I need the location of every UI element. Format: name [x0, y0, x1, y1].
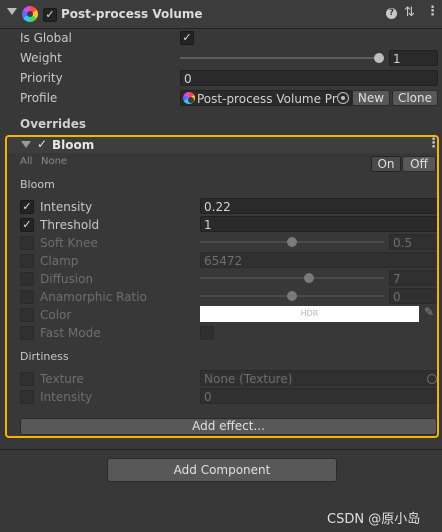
- component-divider: [0, 449, 442, 450]
- profile-value: Post-process Volume Pr: [197, 92, 337, 106]
- is-global-checkbox[interactable]: ✓: [180, 31, 194, 45]
- add-component-button[interactable]: Add Component: [107, 458, 337, 482]
- overrides-label: Overrides: [20, 117, 86, 131]
- foldout-arrow-icon[interactable]: [7, 8, 17, 15]
- profile-new-button[interactable]: New: [352, 90, 390, 106]
- priority-field[interactable]: 0: [180, 70, 438, 86]
- profile-object-field[interactable]: Post-process Volume Pr: [180, 90, 352, 106]
- watermark: CSDN @原小岛: [327, 512, 421, 527]
- weight-label: Weight: [20, 51, 62, 65]
- profile-clone-button[interactable]: Clone: [392, 90, 438, 106]
- is-global-label: Is Global: [20, 31, 72, 45]
- component-title: Post-process Volume: [61, 7, 203, 21]
- post-process-volume-icon: [22, 6, 38, 22]
- weight-slider-track: [180, 57, 378, 59]
- weight-slider-knob[interactable]: [374, 53, 384, 63]
- highlight-frame: [5, 135, 439, 438]
- weight-field[interactable]: 1: [389, 50, 438, 66]
- profile-asset-icon: [183, 92, 195, 104]
- object-picker-icon[interactable]: [337, 92, 349, 104]
- component-enabled-checkbox[interactable]: ✓: [43, 8, 57, 22]
- help-icon[interactable]: ?: [386, 8, 397, 19]
- preset-settings-icon[interactable]: ⇅: [404, 5, 415, 20]
- weight-slider[interactable]: [180, 52, 386, 64]
- context-menu-icon[interactable]: ⋮: [426, 4, 439, 19]
- profile-label: Profile: [20, 91, 58, 105]
- priority-label: Priority: [20, 71, 63, 85]
